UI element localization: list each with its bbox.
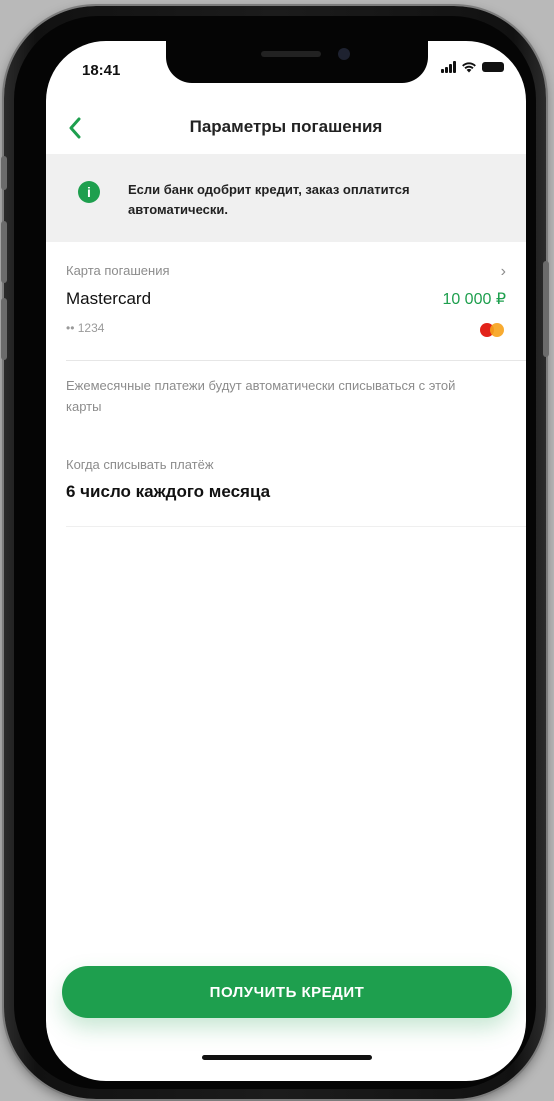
battery-icon (482, 62, 504, 72)
volume-down-button (1, 298, 7, 360)
silent-switch (1, 156, 7, 190)
status-time: 18:41 (82, 62, 121, 79)
repayment-card-selector[interactable]: Карта погашения › Mastercard 10 000 ₽ ••… (66, 259, 506, 359)
speaker (261, 51, 321, 57)
page-title: Параметры погашения (189, 117, 383, 136)
power-button (543, 261, 549, 357)
card-amount: 10 000 ₽ (442, 291, 506, 308)
chevron-right-icon: › (500, 263, 506, 280)
status-icons (441, 61, 504, 73)
home-indicator[interactable] (202, 1055, 372, 1060)
notch (166, 41, 428, 83)
info-icon: i (78, 181, 100, 203)
signal-icon (441, 61, 456, 73)
card-caption: Карта погашения (66, 263, 170, 278)
autopay-note: Ежемесячные платежи будут автоматически … (66, 378, 456, 414)
payment-date-caption: Когда списывать платёж (66, 457, 214, 472)
nav-bar: Параметры погашения (46, 107, 526, 153)
volume-up-button (1, 221, 7, 283)
app-screen: 18:41 Параметры погашения i Если банк од… (46, 41, 526, 1081)
phone-frame: 18:41 Параметры погашения i Если банк од… (1, 6, 549, 1099)
wifi-icon (462, 62, 476, 73)
info-banner-text: Если банк одобрит кредит, заказ оплатитс… (128, 182, 410, 217)
info-banner: i Если банк одобрит кредит, заказ оплати… (46, 154, 526, 242)
mastercard-icon (480, 323, 504, 337)
card-name: Mastercard (66, 289, 152, 308)
divider (66, 360, 526, 361)
get-credit-button[interactable]: ПОЛУЧИТЬ КРЕДИТ (62, 966, 512, 1018)
payment-date-value[interactable]: 6 число каждого месяца (66, 482, 270, 502)
divider (66, 526, 526, 527)
card-number: •• 1234 (66, 321, 105, 335)
camera (338, 48, 350, 60)
